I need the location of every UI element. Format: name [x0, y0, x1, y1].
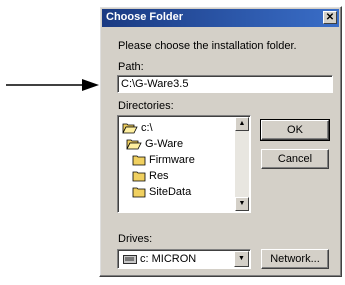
- drive-icon: [123, 255, 137, 264]
- directories-label: Directories:: [118, 100, 174, 112]
- path-label: Path:: [118, 61, 144, 73]
- folder-icon: [132, 187, 146, 198]
- directory-item-sitedata[interactable]: SiteData: [132, 185, 191, 199]
- title-bar[interactable]: Choose Folder ✕: [102, 9, 339, 27]
- cancel-button[interactable]: Cancel: [261, 149, 329, 169]
- directory-label: G-Ware: [145, 138, 184, 150]
- ok-button[interactable]: OK: [260, 119, 330, 141]
- chevron-down-icon: ▼: [238, 255, 245, 262]
- scroll-down-button[interactable]: ▼: [235, 197, 249, 211]
- triangle-down-icon: ▼: [238, 200, 246, 207]
- path-input[interactable]: C:\G-Ware3.5: [117, 75, 333, 93]
- directories-scrollbar[interactable]: ▲ ▼: [235, 117, 249, 211]
- drives-dropdown-button[interactable]: ▼: [234, 251, 249, 267]
- directory-item-res[interactable]: Res: [132, 169, 169, 183]
- instruction-text: Please choose the installation folder.: [118, 40, 297, 52]
- scroll-up-button[interactable]: ▲: [235, 117, 249, 131]
- drives-value: c: MICRON: [140, 253, 197, 265]
- window-title: Choose Folder: [106, 11, 184, 23]
- directory-item-firmware[interactable]: Firmware: [132, 153, 195, 167]
- directory-label: SiteData: [149, 186, 192, 198]
- close-icon: ✕: [325, 12, 335, 23]
- directory-item-root[interactable]: c:\: [122, 121, 153, 135]
- network-button[interactable]: Network...: [261, 249, 329, 269]
- triangle-up-icon: ▲: [238, 120, 246, 127]
- directory-label: c:\: [141, 122, 153, 134]
- directory-item-g-ware[interactable]: G-Ware: [126, 137, 183, 151]
- drives-select[interactable]: c: MICRON ▼: [117, 249, 251, 269]
- open-folder-icon: [126, 139, 142, 150]
- directory-label: Firmware: [149, 154, 195, 166]
- close-button[interactable]: ✕: [323, 11, 337, 24]
- folder-icon: [132, 155, 146, 166]
- drives-label: Drives:: [118, 233, 153, 245]
- directory-label: Res: [149, 170, 169, 182]
- annotation-arrow: [6, 79, 99, 91]
- choose-folder-dialog: Choose Folder ✕ Please choose the instal…: [99, 6, 342, 277]
- open-folder-icon: [122, 123, 138, 134]
- folder-icon: [132, 171, 146, 182]
- directories-list[interactable]: c:\ G-Ware Firmware Res SiteData ▲ ▼: [117, 115, 251, 213]
